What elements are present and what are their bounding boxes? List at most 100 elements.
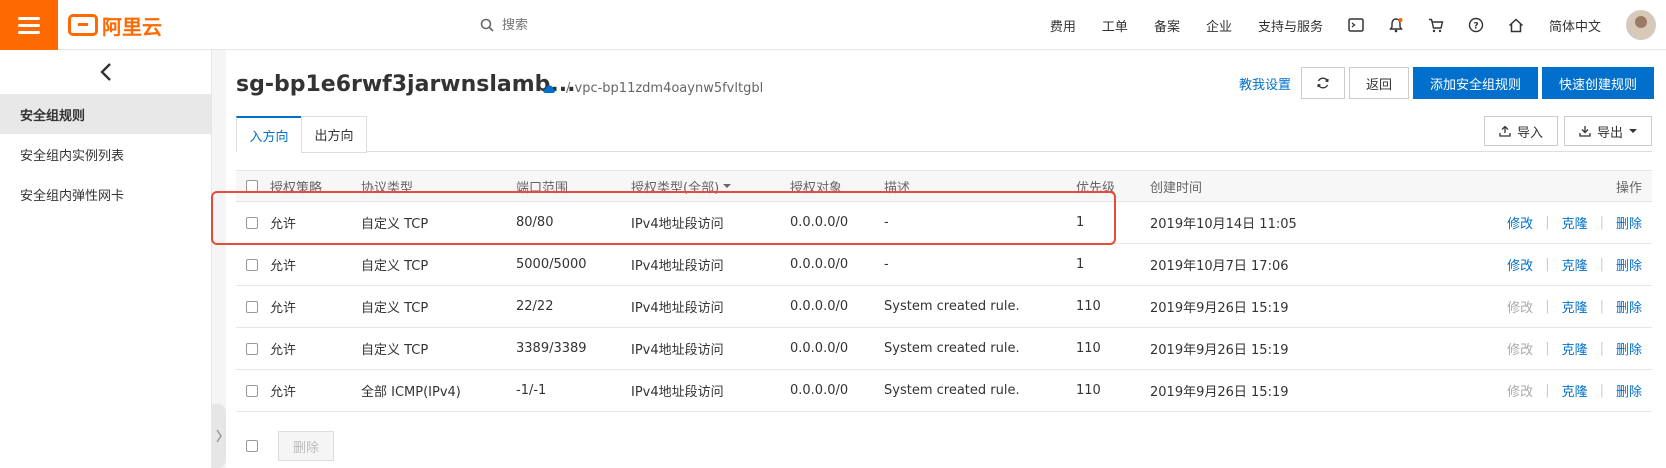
import-export-actions: 导入 导出 — [1483, 116, 1652, 146]
bell-icon[interactable] — [1376, 17, 1416, 33]
export-label: 导出 — [1596, 125, 1623, 141]
sidebar-item-security-group-rules[interactable]: 安全组规则 — [0, 94, 211, 134]
cell-policy: 允许 — [270, 343, 297, 358]
tab-outbound[interactable]: 出方向 — [301, 116, 367, 153]
modify-link-disabled: 修改 — [1507, 385, 1534, 400]
direction-tabs: 入方向 出方向 — [236, 116, 1652, 153]
table-row: 允许 自定义 TCP 22/22 IPv4地址段访问 0.0.0.0/0 Sys… — [236, 286, 1652, 328]
cell-priority: 1 — [1076, 257, 1085, 272]
tab-inbound[interactable]: 入方向 — [236, 116, 302, 153]
cloud-sync-icon[interactable] — [542, 83, 556, 95]
row-checkbox[interactable] — [246, 342, 258, 355]
svg-text:?: ? — [1473, 22, 1478, 32]
delete-link[interactable]: 删除 — [1616, 213, 1642, 232]
terminal-icon[interactable] — [1336, 18, 1376, 32]
nav-item-icp[interactable]: 备案 — [1141, 16, 1193, 35]
modify-link[interactable]: 修改 — [1507, 213, 1533, 232]
cell-object: 0.0.0.0/0 — [790, 341, 849, 356]
delete-link[interactable]: 删除 — [1616, 381, 1642, 400]
language-switch[interactable]: 简体中文 — [1536, 16, 1614, 35]
avatar[interactable] — [1626, 10, 1656, 40]
sidebar-item-eni[interactable]: 安全组内弹性网卡 — [0, 174, 211, 214]
clone-link[interactable]: 克隆 — [1562, 381, 1588, 400]
cell-desc: System created rule. — [884, 299, 1020, 314]
sidebar-collapse-handle[interactable] — [212, 404, 226, 468]
clone-link[interactable]: 克隆 — [1562, 213, 1588, 232]
nav-item-tickets[interactable]: 工单 — [1089, 16, 1141, 35]
cell-port: 3389/3389 — [516, 341, 587, 356]
batch-delete-button[interactable]: 删除 — [278, 431, 335, 461]
search-input[interactable] — [502, 17, 752, 33]
refresh-button[interactable] — [1300, 67, 1345, 99]
search-bar[interactable] — [480, 12, 780, 38]
cell-created: 2019年10月14日 11:05 — [1150, 217, 1297, 232]
cell-created: 2019年9月26日 15:19 — [1150, 343, 1289, 358]
aliyun-logo-mark-icon — [68, 14, 98, 36]
add-security-group-rule-button[interactable]: 添加安全组规则 — [1412, 67, 1538, 99]
modify-link-disabled: 修改 — [1507, 343, 1534, 358]
row-actions: 修改 | 克隆 | 删除 — [1507, 213, 1642, 232]
cell-port: 22/22 — [516, 299, 554, 314]
teach-me-link[interactable]: 教我设置 — [1239, 74, 1291, 93]
row-actions: 修改 | 克隆 | 删除 — [1507, 255, 1642, 274]
clone-link[interactable]: 克隆 — [1562, 339, 1588, 358]
table-row: 允许 自定义 TCP 5000/5000 IPv4地址段访问 0.0.0.0/0… — [236, 244, 1652, 286]
row-checkbox[interactable] — [246, 384, 258, 397]
quick-create-rule-button[interactable]: 快速创建规则 — [1541, 67, 1654, 99]
cell-policy: 允许 — [270, 301, 297, 316]
row-checkbox[interactable] — [246, 258, 258, 271]
back-button[interactable]: 返回 — [1348, 67, 1409, 99]
cell-priority: 110 — [1076, 341, 1101, 356]
annotation-highlight-box — [211, 191, 1116, 245]
nav-item-support[interactable]: 支持与服务 — [1245, 16, 1336, 35]
top-nav: 费用 工单 备案 企业 支持与服务 ? 简体中文 — [1037, 0, 1666, 50]
row-actions: 修改 | 克隆 | 删除 — [1507, 297, 1642, 316]
brand-name: 阿里云 — [102, 14, 162, 39]
cell-desc: - — [884, 257, 889, 272]
cell-protocol: 自定义 TCP — [361, 259, 429, 274]
sidebar-item-instance-list[interactable]: 安全组内实例列表 — [0, 134, 211, 174]
home-icon[interactable] — [1496, 17, 1536, 33]
aliyun-logo[interactable]: 阿里云 — [68, 12, 162, 39]
import-button[interactable]: 导入 — [1483, 116, 1558, 146]
cell-auth-type: IPv4地址段访问 — [631, 301, 724, 316]
row-checkbox[interactable] — [246, 300, 258, 313]
cell-policy: 允许 — [270, 385, 297, 400]
cell-auth-type: IPv4地址段访问 — [631, 385, 724, 400]
cell-object: 0.0.0.0/0 — [790, 383, 849, 398]
clone-link[interactable]: 克隆 — [1562, 297, 1588, 316]
cell-created: 2019年9月26日 15:19 — [1150, 385, 1289, 400]
row-actions: 修改 | 克隆 | 删除 — [1507, 339, 1642, 358]
cell-created: 2019年9月26日 15:19 — [1150, 301, 1289, 316]
cell-object: 0.0.0.0/0 — [790, 299, 849, 314]
vpc-breadcrumb[interactable]: / vpc-bp11zdm4oaynw5fvltgbl — [566, 81, 763, 96]
menu-icon[interactable] — [0, 0, 58, 50]
top-bar: 阿里云 费用 工单 备案 企业 支持与服务 ? 简体中文 — [0, 0, 1666, 50]
refresh-icon — [1317, 77, 1329, 89]
main-content: sg-bp1e6rwf3jarwnslamb... / vpc-bp11zdm4… — [226, 50, 1666, 468]
delete-link[interactable]: 删除 — [1616, 255, 1642, 274]
footer-select-all-checkbox[interactable] — [246, 440, 258, 452]
header-ops: 操作 — [1615, 180, 1642, 196]
batch-actions: 删除 — [236, 424, 335, 468]
sidebar-back-button[interactable] — [0, 50, 211, 94]
sidebar: 安全组规则 安全组内实例列表 安全组内弹性网卡 — [0, 50, 212, 468]
cart-icon[interactable] — [1416, 18, 1456, 33]
help-icon[interactable]: ? — [1456, 17, 1496, 33]
import-label: 导入 — [1516, 125, 1543, 141]
cell-policy: 允许 — [270, 259, 297, 274]
export-button[interactable]: 导出 — [1563, 116, 1652, 146]
cell-priority: 110 — [1076, 383, 1101, 398]
caret-down-icon — [1629, 129, 1637, 133]
nav-item-enterprise[interactable]: 企业 — [1193, 16, 1245, 35]
header-created: 创建时间 — [1150, 180, 1203, 196]
modify-link[interactable]: 修改 — [1507, 255, 1533, 274]
clone-link[interactable]: 克隆 — [1562, 255, 1588, 274]
cell-port: -1/-1 — [516, 383, 547, 398]
delete-link[interactable]: 删除 — [1616, 297, 1642, 316]
cell-object: 0.0.0.0/0 — [790, 257, 849, 272]
delete-link[interactable]: 删除 — [1616, 339, 1642, 358]
cell-protocol: 自定义 TCP — [361, 343, 429, 358]
caret-down-icon — [723, 184, 732, 188]
nav-item-fees[interactable]: 费用 — [1037, 16, 1089, 35]
